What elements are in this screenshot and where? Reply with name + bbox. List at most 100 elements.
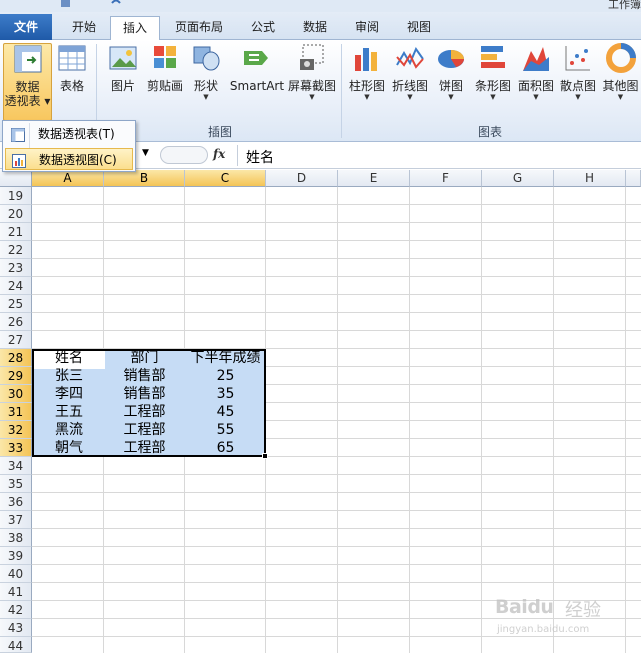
clipart-button[interactable]: 剪贴画 [145, 43, 185, 93]
row-header[interactable]: 36 [0, 493, 32, 511]
column-header-c[interactable]: C [185, 170, 266, 187]
title-bar: 工作簿 [0, 0, 641, 12]
column-header-f[interactable]: F [410, 170, 482, 187]
dropdown-arrow-icon: ▼ [203, 93, 209, 101]
menu-item-pivot-chart[interactable]: 数据透视图(C) [5, 148, 133, 170]
table-cell[interactable]: 李四 [34, 385, 104, 403]
table-header-cell[interactable]: 下半年成绩 [185, 349, 266, 367]
tab-formulas[interactable]: 公式 [240, 16, 286, 40]
row-header[interactable]: 38 [0, 529, 32, 547]
table-cell[interactable]: 55 [185, 421, 266, 439]
name-box-dropdown-icon[interactable]: ▼ [142, 148, 149, 158]
gridline [625, 187, 626, 653]
table-header-cell[interactable]: 姓名 [34, 349, 104, 367]
insert-function-icon[interactable]: fx [213, 147, 225, 161]
tab-home[interactable]: 开始 [60, 16, 108, 40]
row-header[interactable]: 33 [0, 439, 32, 457]
table-cell[interactable]: 黑流 [34, 421, 104, 439]
row-header[interactable]: 23 [0, 259, 32, 277]
table-button[interactable]: 表格 [55, 43, 89, 93]
tab-data[interactable]: 数据 [292, 16, 338, 40]
row-header[interactable]: 30 [0, 385, 32, 403]
row-header[interactable]: 21 [0, 223, 32, 241]
column-chart-button[interactable]: 柱形图 ▼ [347, 43, 387, 101]
table-cell[interactable]: 45 [185, 403, 266, 421]
table-cell[interactable]: 工程部 [104, 403, 185, 421]
table-cell[interactable]: 35 [185, 385, 266, 403]
row-header[interactable]: 25 [0, 295, 32, 313]
column-header-a[interactable]: A [32, 170, 104, 187]
screenshot-button[interactable]: 屏幕截图 ▼ [286, 43, 338, 101]
table-cell[interactable]: 张三 [34, 367, 104, 385]
table-cell[interactable]: 销售部 [104, 367, 185, 385]
tab-insert[interactable]: 插入 [110, 16, 160, 41]
table-header-cell[interactable]: 部门 [104, 349, 185, 367]
row-header[interactable]: 24 [0, 277, 32, 295]
area-chart-button[interactable]: 面积图 ▼ [516, 43, 556, 101]
table-cell[interactable]: 25 [185, 367, 266, 385]
pivot-table-button[interactable]: 数据 透视表 ▾ [3, 43, 52, 121]
table-cell[interactable]: 朝气 [34, 439, 104, 457]
pivot-dropdown-menu: 数据透视表(T) 数据透视图(C) [2, 120, 136, 172]
row-header[interactable]: 40 [0, 565, 32, 583]
row-header[interactable]: 39 [0, 547, 32, 565]
column-header-d[interactable]: D [266, 170, 338, 187]
row-header[interactable]: 31 [0, 403, 32, 421]
row-header[interactable]: 37 [0, 511, 32, 529]
baidu-watermark: Baidu 经验 jingyan.baidu.com [495, 588, 625, 648]
column-header-b[interactable]: B [104, 170, 185, 187]
separator [237, 145, 238, 166]
quick-access-icon[interactable] [60, 0, 72, 7]
scatter-chart-button[interactable]: 散点图 ▼ [558, 43, 598, 101]
row-header[interactable]: 34 [0, 457, 32, 475]
table-cell[interactable]: 销售部 [104, 385, 185, 403]
column-header-partial[interactable] [626, 170, 641, 187]
row-header[interactable]: 43 [0, 619, 32, 637]
row-header[interactable]: 20 [0, 205, 32, 223]
row-header[interactable]: 22 [0, 241, 32, 259]
pie-chart-button[interactable]: 饼图 ▼ [434, 43, 468, 101]
table-label: 表格 [59, 79, 84, 93]
menu-item-pivot-table[interactable]: 数据透视表(T) [5, 123, 133, 145]
formula-controls[interactable] [160, 146, 208, 164]
column-header-h[interactable]: H [554, 170, 626, 187]
bar-chart-button[interactable]: 条形图 ▼ [472, 43, 514, 101]
column-header-e[interactable]: E [338, 170, 410, 187]
bar-chart-label: 条形图 [474, 79, 511, 93]
tab-page-layout[interactable]: 页面布局 [166, 16, 232, 40]
shapes-button[interactable]: 形状 ▼ [188, 43, 224, 101]
row-header[interactable]: 32 [0, 421, 32, 439]
dropdown-arrow-icon: ▼ [448, 93, 454, 101]
other-charts-button[interactable]: 其他图 ▼ [600, 43, 641, 101]
column-header-g[interactable]: G [482, 170, 554, 187]
row-header[interactable]: 27 [0, 331, 32, 349]
line-chart-icon [388, 43, 432, 76]
row-header[interactable]: 29 [0, 367, 32, 385]
table-cell[interactable]: 工程部 [104, 439, 185, 457]
table-cell[interactable]: 65 [185, 439, 266, 457]
tab-review[interactable]: 审阅 [344, 16, 390, 40]
clipart-label: 剪贴画 [146, 79, 183, 93]
row-header[interactable]: 42 [0, 601, 32, 619]
screenshot-label: 屏幕截图 [287, 79, 336, 93]
row-header[interactable]: 35 [0, 475, 32, 493]
table-cell[interactable]: 工程部 [104, 421, 185, 439]
row-header[interactable]: 44 [0, 637, 32, 653]
row-header[interactable]: 19 [0, 187, 32, 205]
row-header[interactable]: 28 [0, 349, 32, 367]
donut-chart-icon [600, 43, 641, 76]
row-header[interactable]: 26 [0, 313, 32, 331]
undo-icon[interactable] [110, 0, 122, 7]
tab-file[interactable]: 文件 [0, 14, 52, 40]
smartart-button[interactable]: SmartArt [228, 43, 286, 93]
picture-button[interactable]: 图片 [104, 43, 142, 93]
table-cell[interactable]: 王五 [34, 403, 104, 421]
line-chart-button[interactable]: 折线图 ▼ [388, 43, 432, 101]
tab-view[interactable]: 视图 [396, 16, 442, 40]
formula-input[interactable]: 姓名 [246, 147, 274, 167]
row-header[interactable]: 41 [0, 583, 32, 601]
scatter-chart-label: 散点图 [559, 79, 596, 93]
select-all-corner[interactable] [0, 170, 32, 187]
menu-item-label: 数据透视图(C) [39, 153, 117, 167]
gridline [481, 187, 482, 653]
